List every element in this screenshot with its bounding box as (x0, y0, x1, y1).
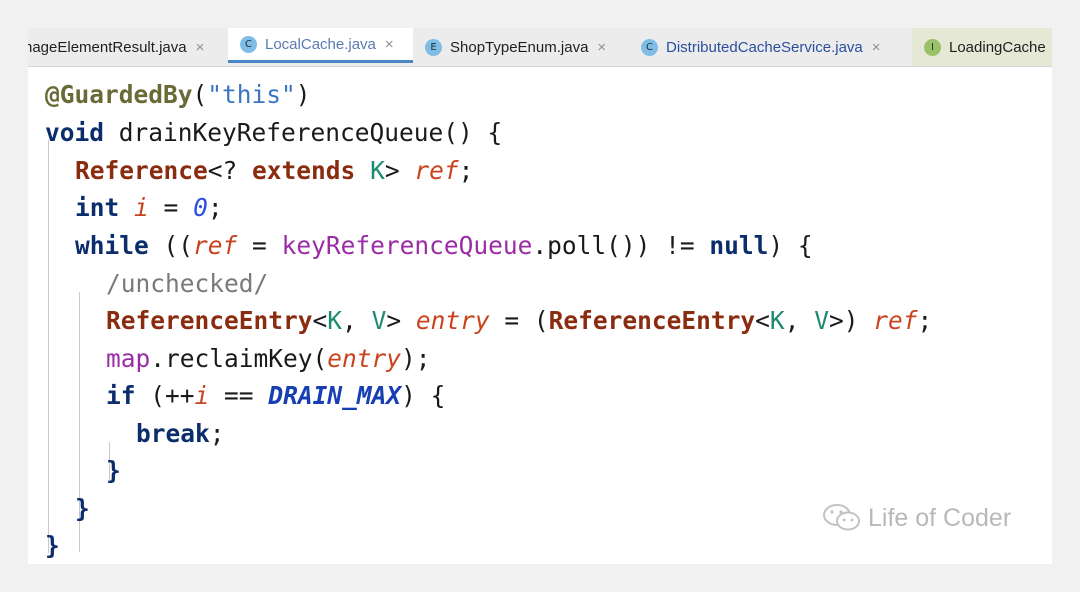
tab-loading-cache[interactable]: I LoadingCache (912, 28, 1052, 66)
close-icon[interactable]: × (597, 39, 606, 56)
tab-label: LocalCache.java (265, 35, 376, 53)
interface-icon: I (924, 38, 941, 56)
code-line: int i = 0; (75, 193, 223, 222)
class-icon: C (641, 38, 658, 56)
code-line: while ((ref = keyReferenceQueue.poll()) … (75, 231, 813, 260)
code-line: Reference<? extends K> ref; (75, 156, 474, 185)
tab-label: ShopTypeEnum.java (450, 38, 589, 56)
editor-tab-bar: nageElementResult.java × C LocalCache.ja… (28, 28, 1052, 67)
code-line: @GuardedBy("this") (45, 80, 311, 109)
class-icon: C (240, 35, 257, 53)
code-line: ReferenceEntry<K, V> entry = (ReferenceE… (106, 306, 933, 335)
code-editor[interactable]: @GuardedBy("this") void drainKeyReferenc… (28, 66, 1052, 564)
editor-window: nageElementResult.java × C LocalCache.ja… (28, 28, 1052, 564)
tab-label: DistributedCacheService.java (666, 38, 863, 56)
tab-local-cache[interactable]: C LocalCache.java × (228, 28, 413, 63)
close-icon[interactable]: × (196, 39, 205, 56)
close-icon[interactable]: × (872, 39, 881, 56)
tab-image-element-result[interactable]: nageElementResult.java × (28, 28, 228, 66)
tab-distributed-cache-service[interactable]: C DistributedCacheService.java × (625, 28, 912, 66)
close-icon[interactable]: × (385, 36, 394, 53)
wechat-icon (823, 504, 860, 531)
code-line: if (++i == DRAIN_MAX) { (106, 381, 446, 410)
tab-label: LoadingCache (949, 38, 1046, 56)
code-line: void drainKeyReferenceQueue() { (45, 118, 503, 147)
code-line: break; (136, 419, 225, 448)
code-line: } (45, 531, 60, 560)
enum-icon: E (425, 38, 442, 56)
indent-guide (48, 140, 49, 553)
tab-shop-type-enum[interactable]: E ShopTypeEnum.java × (413, 28, 625, 66)
code-line: } (106, 456, 121, 485)
watermark-text: Life of Coder (868, 503, 1012, 532)
code-line: /unchecked/ (106, 269, 269, 298)
watermark: Life of Coder (822, 500, 1011, 536)
code-line: map.reclaimKey(entry); (106, 344, 431, 373)
tab-label: nageElementResult.java (28, 38, 187, 56)
code-line: } (75, 494, 90, 523)
